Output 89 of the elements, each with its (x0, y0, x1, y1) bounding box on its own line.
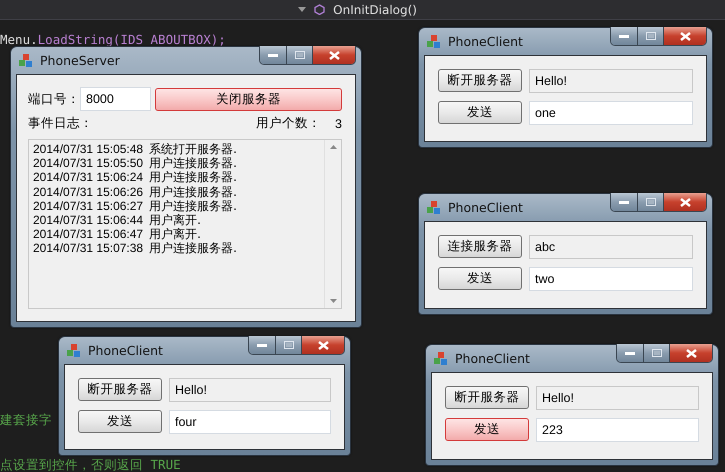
app-icon (66, 342, 82, 358)
message-field[interactable]: one (529, 101, 693, 125)
window-title: PhoneClient (448, 200, 523, 215)
minimize-icon (268, 54, 278, 56)
user-count: 3 (335, 116, 342, 130)
received-field[interactable]: Hello! (536, 386, 699, 410)
close-icon (680, 32, 690, 40)
log-message: 用户连接服务器. (149, 156, 237, 170)
close-icon (318, 340, 328, 350)
maximize-button[interactable] (286, 46, 312, 64)
server-button[interactable]: 关闭服务器 (155, 88, 342, 110)
maximize-icon (646, 198, 656, 206)
window-title: PhoneServer (40, 53, 120, 68)
send-button[interactable]: 发送 (445, 418, 529, 441)
log-time: 2014/07/31 15:06:26 (33, 184, 144, 199)
close-button[interactable] (663, 193, 706, 211)
maximize-icon (646, 32, 656, 40)
log-message: 用户连接服务器. (149, 170, 237, 185)
log-time: 2014/07/31 15:05:50 (33, 156, 144, 170)
log-message: 用户连接服务器. (149, 241, 237, 256)
maximize-button[interactable] (637, 27, 663, 45)
close-icon (686, 348, 696, 358)
port-field[interactable]: 8000 (80, 87, 151, 111)
log-time: 2014/07/31 15:05:48 (33, 142, 144, 156)
log-time: 2014/07/31 15:06:24 (33, 170, 144, 185)
app-icon (18, 52, 34, 68)
window-title: PhoneClient (88, 343, 163, 358)
minimize-button[interactable] (249, 336, 275, 354)
message-field[interactable]: two (529, 267, 693, 291)
code-text: Menu. (0, 32, 38, 47)
send-button[interactable]: 发送 (438, 267, 522, 290)
log-label: 事件日志： (28, 115, 93, 132)
code-text: LoadString (38, 32, 113, 47)
event-log[interactable] (28, 139, 342, 309)
close-button[interactable] (301, 336, 344, 354)
log-time: 2014/07/31 15:06:44 (33, 213, 144, 228)
user-count-label: 用户个数： (256, 115, 322, 132)
minimize-button[interactable] (617, 344, 643, 362)
maximize-icon (652, 349, 662, 357)
scroll-down-icon[interactable] (330, 299, 336, 303)
cube-icon (314, 4, 326, 15)
dropdown-arrow-icon[interactable] (298, 7, 306, 12)
log-time: 2014/07/31 15:07:38 (33, 241, 144, 256)
close-button[interactable] (312, 46, 355, 64)
log-message: 用户连接服务器. (149, 184, 237, 199)
send-button[interactable]: 发送 (438, 101, 522, 124)
log-time: 2014/07/31 15:06:47 (33, 227, 144, 242)
received-field[interactable]: Hello! (529, 69, 693, 93)
code-comment: 建套接字 (0, 412, 52, 427)
function-name[interactable]: OnInitDialog() (333, 2, 417, 16)
app-icon (426, 200, 442, 216)
minimize-icon (257, 344, 267, 346)
close-button[interactable] (663, 27, 706, 45)
received-field[interactable]: abc (529, 235, 693, 259)
port-label: 端口号： (28, 90, 76, 108)
code-text: (IDS_ABOUTBOX); (112, 32, 226, 47)
log-time: 2014/07/31 15:06:27 (33, 198, 144, 214)
app-icon (426, 34, 442, 50)
close-button[interactable] (669, 344, 712, 362)
maximize-button[interactable] (637, 193, 663, 211)
message-field[interactable]: 223 (536, 418, 699, 442)
minimize-icon (625, 352, 635, 354)
close-icon (328, 50, 340, 60)
window-title: PhoneClient (448, 34, 523, 49)
minimize-button[interactable] (260, 46, 286, 64)
connect-button[interactable]: 断开服务器 (78, 378, 162, 401)
app-icon (433, 350, 449, 366)
connect-button[interactable]: 断开服务器 (445, 386, 529, 409)
minimize-icon (619, 200, 629, 204)
close-icon (680, 198, 690, 206)
message-field[interactable]: four (169, 410, 331, 434)
log-message: 用户离开. (149, 227, 201, 242)
minimize-button[interactable] (611, 193, 637, 211)
maximize-icon (294, 51, 304, 59)
log-message: 用户连接服务器. (149, 198, 237, 214)
log-message: 系统打开服务器. (149, 142, 237, 156)
minimize-icon (619, 34, 629, 38)
window-title: PhoneClient (455, 351, 530, 366)
maximize-button[interactable] (275, 336, 301, 354)
send-button[interactable]: 发送 (78, 410, 162, 433)
connect-button[interactable]: 连接服务器 (438, 235, 522, 258)
minimize-button[interactable] (611, 27, 637, 45)
code-comment: 点设置到控件，否则返回 TRUE (0, 457, 181, 472)
maximize-button[interactable] (643, 344, 669, 362)
connect-button[interactable]: 断开服务器 (438, 69, 522, 92)
maximize-icon (284, 341, 294, 349)
scroll-up-icon[interactable] (330, 145, 336, 149)
received-field[interactable]: Hello! (169, 378, 331, 402)
log-message: 用户离开. (149, 213, 201, 228)
